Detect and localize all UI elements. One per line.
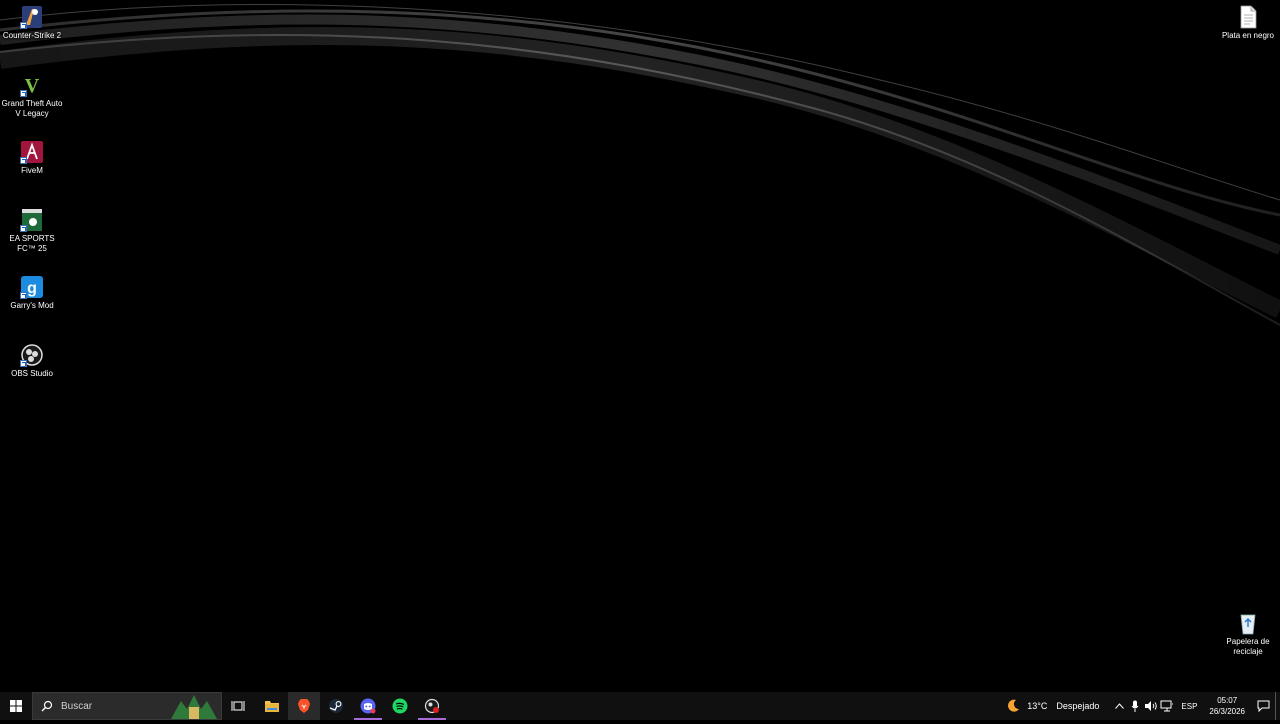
taskbar-obs[interactable] (416, 692, 448, 720)
obs-record-icon (424, 698, 440, 714)
desktop-icon-label: Garry's Mod (10, 301, 54, 310)
desktop-icon-recycle-bin[interactable]: Papelera de reciclaje (1216, 611, 1280, 657)
chevron-up-icon (1115, 703, 1124, 709)
clock-time: 05:07 (1217, 696, 1238, 705)
desktop-icon-label: Grand Theft Auto V Legacy (1, 99, 63, 118)
fivem-icon (20, 140, 44, 164)
weather-condition: Despejado (1056, 701, 1100, 711)
task-view-icon (231, 701, 245, 711)
clock-date: 26/3/2026 (1209, 707, 1245, 716)
taskbar-steam[interactable] (320, 692, 352, 720)
taskbar-discord[interactable] (352, 692, 384, 720)
search-icon (41, 700, 53, 712)
show-hidden-icons-button[interactable] (1111, 692, 1127, 720)
desktop-icon-ea-sports-fc-25[interactable]: EA SPORTS FC™ 25 (0, 208, 64, 254)
notification-icon (1257, 700, 1269, 712)
taskbar: 13°C Despejado ESP 05:07 26/3/2026 (0, 692, 1280, 720)
gta-v-icon: V (20, 73, 44, 97)
discord-icon (360, 698, 376, 714)
desktop-icon-label: EA SPORTS FC™ 25 (9, 234, 55, 253)
taskbar-brave[interactable] (288, 692, 320, 720)
ea-fc-icon (20, 208, 44, 232)
weather-widget[interactable]: 13°C Despejado (1005, 692, 1099, 720)
ethernet-icon (1160, 700, 1174, 712)
desktop-icon-label: OBS Studio (11, 369, 53, 378)
recycle-bin-icon (1236, 611, 1260, 635)
microphone-tray-button[interactable] (1127, 692, 1143, 720)
clock[interactable]: 05:07 26/3/2026 (1203, 695, 1251, 717)
language-indicator[interactable]: ESP (1175, 692, 1203, 720)
desktop-icon-gta-v-legacy[interactable]: V Grand Theft Auto V Legacy (0, 73, 64, 119)
spotify-icon (392, 698, 408, 714)
desktop-icon-garrys-mod[interactable]: g Garry's Mod (0, 275, 64, 311)
document-icon (1236, 5, 1260, 29)
folder-icon (265, 701, 279, 712)
network-tray-button[interactable] (1159, 692, 1175, 720)
desktop-icon-fivem[interactable]: FiveM (0, 140, 64, 176)
desktop-icon-label: FiveM (21, 166, 43, 175)
taskbar-spotify[interactable] (384, 692, 416, 720)
search-box[interactable] (32, 692, 222, 720)
desktop-icon-counter-strike-2[interactable]: Counter-Strike 2 (0, 5, 64, 41)
obs-icon (20, 343, 44, 367)
language-label: ESP (1181, 701, 1198, 711)
desktop-icon-label: Papelera de reciclaje (1226, 637, 1270, 656)
action-center-button[interactable] (1251, 692, 1275, 720)
task-view-button[interactable] (222, 692, 254, 720)
desktop-icon-label: Counter-Strike 2 (2, 31, 62, 40)
svg-text:g: g (27, 280, 37, 297)
desktop-icon-label: Plata en negro (1221, 31, 1275, 40)
microphone-icon (1132, 700, 1139, 712)
counter-strike-icon (20, 5, 44, 29)
show-desktop-button[interactable] (1275, 692, 1280, 720)
search-input[interactable] (59, 699, 163, 713)
desktop-wallpaper (0, 0, 1280, 692)
desktop-icon-plata-en-negro[interactable]: Plata en negro (1216, 5, 1280, 41)
speaker-icon (1145, 701, 1158, 711)
taskbar-file-explorer[interactable] (256, 692, 288, 720)
weather-temp: 13°C (1027, 701, 1048, 711)
svg-text:V: V (25, 75, 40, 97)
volume-tray-button[interactable] (1143, 692, 1159, 720)
steam-icon (329, 699, 343, 713)
brave-lion-icon (298, 699, 310, 713)
start-button[interactable] (0, 692, 32, 720)
garrys-mod-icon: g (20, 275, 44, 299)
moon-weather-icon (1008, 699, 1020, 712)
desktop-icon-obs-studio[interactable]: OBS Studio (0, 343, 64, 379)
search-highlight-image (171, 693, 217, 719)
windows-logo-icon (10, 700, 22, 712)
